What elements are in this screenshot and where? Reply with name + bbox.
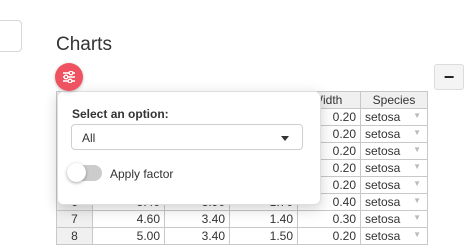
- sepal-length-cell[interactable]: 4.60: [92, 210, 165, 228]
- table-row[interactable]: 7 4.60 3.40 1.40 0.30 setosa ▼: [56, 210, 428, 228]
- petal-width-cell-value: 0.20: [332, 110, 356, 124]
- species-cell[interactable]: setosa ▼: [360, 142, 428, 160]
- row-number-cell-value: 7: [71, 212, 78, 226]
- species-cell[interactable]: setosa ▼: [360, 210, 428, 228]
- sepal-width-cell[interactable]: 3.40: [164, 210, 230, 228]
- sepal-width-cell-value: 3.40: [201, 229, 225, 243]
- petal-width-cell-value: 0.20: [332, 178, 356, 192]
- dropdown-arrow-icon[interactable]: ▼: [413, 145, 421, 154]
- species-cell[interactable]: setosa ▼: [360, 125, 428, 143]
- petal-length-cell[interactable]: 1.40: [229, 210, 298, 228]
- apply-factor-label: Apply factor: [110, 167, 174, 181]
- petal-width-cell-value: 0.20: [332, 144, 356, 158]
- options-popover: Select an option: All Apply factor: [57, 91, 321, 205]
- petal-width-cell-value: 0.20: [332, 127, 356, 141]
- species-cell-value: setosa: [365, 178, 401, 192]
- dropdown-arrow-icon[interactable]: ▼: [413, 111, 421, 120]
- sliders-icon: [63, 71, 75, 83]
- petal-width-cell-value: 0.20: [332, 229, 356, 243]
- collapse-button[interactable]: −: [434, 64, 464, 90]
- species-cell-value: setosa: [365, 229, 401, 243]
- minus-icon: −: [443, 67, 455, 87]
- species-cell[interactable]: setosa ▼: [360, 108, 428, 126]
- petal-width-cell[interactable]: 0.30: [297, 210, 361, 228]
- petal-length-cell-value: 1.50: [269, 229, 293, 243]
- petal-width-cell-value: 0.20: [332, 161, 356, 175]
- sidebar-toggle-button[interactable]: [0, 20, 22, 52]
- dropdown-arrow-icon[interactable]: ▼: [413, 179, 421, 188]
- sepal-length-cell-value: 5.00: [136, 229, 160, 243]
- dropdown-arrow-icon[interactable]: ▼: [413, 128, 421, 137]
- species-cell-value: setosa: [365, 144, 401, 158]
- species-cell-value: setosa: [365, 127, 401, 141]
- petal-length-cell-value: 1.40: [269, 212, 293, 226]
- sepal-width-cell-value: 3.40: [201, 212, 225, 226]
- apply-factor-toggle[interactable]: [67, 163, 102, 182]
- species-cell[interactable]: setosa ▼: [360, 176, 428, 194]
- species-cell-value: setosa: [365, 161, 401, 175]
- row-number-cell[interactable]: 7: [56, 210, 93, 228]
- petal-width-cell-value: 0.30: [332, 212, 356, 226]
- option-select-value: All: [82, 131, 96, 145]
- petal-width-cell-value: 0.40: [332, 195, 356, 209]
- row-number-cell-value: 8: [71, 229, 78, 243]
- dropdown-arrow-icon[interactable]: ▼: [413, 230, 421, 239]
- settings-fab-button[interactable]: [55, 63, 83, 91]
- species-cell-value: setosa: [365, 110, 401, 124]
- dropdown-arrow-icon[interactable]: ▼: [413, 213, 421, 222]
- option-select[interactable]: All: [71, 124, 303, 150]
- dropdown-arrow-icon[interactable]: ▼: [413, 196, 421, 205]
- toggle-knob: [67, 163, 86, 182]
- page-title: Charts: [56, 34, 112, 55]
- species-cell-value: setosa: [365, 195, 401, 209]
- species-cell-value: setosa: [365, 212, 401, 226]
- column-header-species[interactable]: Species: [360, 91, 428, 109]
- species-cell[interactable]: setosa ▼: [360, 159, 428, 177]
- select-label: Select an option:: [72, 107, 169, 121]
- dropdown-arrow-icon[interactable]: ▼: [413, 162, 421, 171]
- sepal-length-cell-value: 4.60: [136, 212, 160, 226]
- caret-down-icon: [281, 136, 289, 141]
- species-cell[interactable]: setosa ▼: [360, 193, 428, 211]
